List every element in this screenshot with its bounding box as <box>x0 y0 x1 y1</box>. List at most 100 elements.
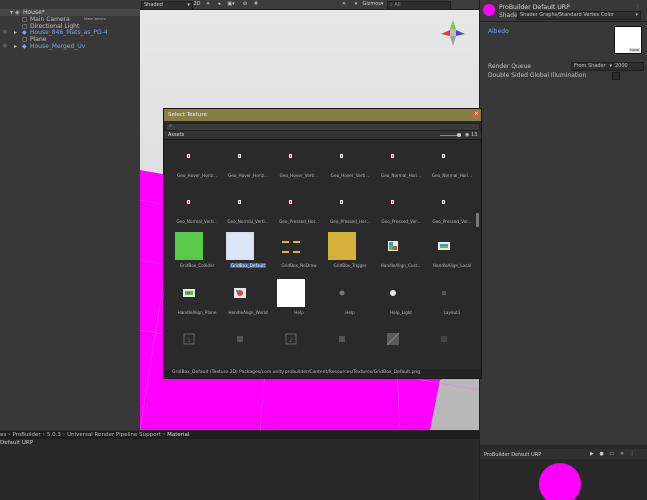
shading-mode-dropdown[interactable]: Shaded ▾ <box>141 1 193 10</box>
texture-item-label: HandleAlign_World <box>221 310 275 315</box>
breadcrumb-item[interactable]: 5.0.3 <box>47 432 61 438</box>
render-queue-input[interactable]: 2000 <box>612 62 644 71</box>
lighting-toggle-icon[interactable]: ☀ <box>204 1 212 8</box>
texture-thumbnail-wrap: 1 <box>175 325 203 353</box>
double-sided-gi-checkbox[interactable] <box>612 72 620 80</box>
texture-thumbnail <box>340 200 343 204</box>
preview-title: ProBuilder Default URP <box>484 452 542 458</box>
texture-item-label: Geo_Normal_Hori... <box>425 173 474 178</box>
texture-thumbnail <box>277 279 305 307</box>
texture-thumbnail <box>175 232 203 260</box>
texture-item-label: Geo_Normal_Hori... <box>374 173 428 178</box>
texture-thumbnail-wrap <box>328 232 356 260</box>
texture-thumbnail <box>388 241 398 251</box>
breadcrumb-item[interactable]: Material <box>167 432 189 438</box>
texture-item-label-text: HandleAlign_Plane <box>177 310 217 315</box>
scene-camera-icon[interactable]: ✕ <box>339 1 349 8</box>
breadcrumb-item[interactable]: Universal Render Pipeline Support <box>67 432 161 438</box>
texture-thumbnail-wrap <box>328 279 356 307</box>
grid-toggle-icon[interactable]: # <box>252 1 260 8</box>
gizmos-dropdown[interactable]: Gizmos▾ <box>362 1 384 8</box>
texture-thumbnail-wrap <box>328 325 356 353</box>
texture-thumbnail <box>391 154 394 158</box>
prefab-icon: ◆ <box>22 43 27 50</box>
texture-thumbnail-wrap <box>226 279 254 307</box>
texture-item-label-text: Geo_Normal_Verti... <box>176 219 218 224</box>
texture-thumbnail: 2 <box>285 333 297 345</box>
texture-thumbnail-wrap <box>379 188 407 216</box>
texture-thumbnail-wrap <box>328 142 356 170</box>
inspector-settings-icon[interactable]: ⋮ <box>635 4 641 11</box>
texture-item-label: Help_Light <box>374 310 428 315</box>
hierarchy-item[interactable]: ◎ ▸ ◆ House_Merged_Uv <box>0 43 140 50</box>
dialog-status-text: GridBox_Default (Texture 2D) Packages/co… <box>172 370 421 375</box>
tab-assets[interactable]: Assets <box>168 132 184 138</box>
expand-arrow-icon[interactable]: ▸ <box>14 43 20 50</box>
shader-dropdown[interactable]: Shader Graphs/Standard Vertex Color ▾ <box>517 11 641 20</box>
texture-item-label: GridBox_Default <box>221 263 275 268</box>
texture-item-label: HandleAlign_Plane <box>170 310 224 315</box>
texture-thumbnail <box>386 332 400 346</box>
texture-thumbnail <box>438 242 450 250</box>
texture-thumbnail-wrap <box>379 142 407 170</box>
texture-thumbnail <box>340 154 343 158</box>
hidden-objects-icon[interactable]: ⊘ <box>240 1 250 8</box>
texture-item-label: Help <box>323 310 377 315</box>
scene-search-input[interactable]: ⌕ All <box>387 1 451 10</box>
mode-2d-button[interactable]: 2D <box>193 1 201 8</box>
dialog-scrollbar[interactable] <box>476 213 479 227</box>
texture-thumbnail <box>339 336 345 342</box>
zoom-slider-handle[interactable] <box>457 133 461 137</box>
texture-item-label-text: Help_Light <box>389 310 413 315</box>
hierarchy-item-label: House_Merged_Uv <box>30 43 86 50</box>
inspector-panel: ProBuilder Default URP ⋮ Shader Shader G… <box>479 0 647 445</box>
texture-thumbnail <box>328 232 356 260</box>
texture-thumbnail <box>187 154 190 158</box>
texture-item-label: Geo_Pressed_Ver... <box>425 219 474 224</box>
texture-item-label: Geo_Pressed_Ver... <box>374 219 428 224</box>
texture-item-label-text: Geo_Pressed_Hor... <box>330 219 370 224</box>
texture-thumbnail <box>390 290 396 296</box>
texture-item-label-text: Geo_Hover_Horiz... <box>177 173 217 178</box>
texture-thumbnail-wrap <box>175 279 203 307</box>
dialog-title-bar[interactable]: Select Texture × <box>164 109 481 121</box>
texture-thumbnail <box>289 200 292 204</box>
texture-thumbnail <box>187 200 190 204</box>
texture-item-label: GridBox_Collider <box>170 263 224 268</box>
albedo-texture-slot[interactable]: none <box>614 26 642 54</box>
texture-item-label-text: Geo_Hover_Verti... <box>330 173 370 178</box>
texture-item-label: Geo_Hover_Verti... <box>272 173 326 178</box>
texture-item-label: Geo_Hover_Horiz... <box>221 173 275 178</box>
breadcrumb-item[interactable]: ProBuilder <box>12 432 40 438</box>
audio-toggle-icon[interactable]: ◂ <box>215 1 223 8</box>
preview-sphere[interactable] <box>538 462 582 500</box>
texture-item-label-text: HandleAlign_Local <box>432 263 472 268</box>
render-queue-mode-dropdown[interactable]: From Shader ▾ <box>571 62 615 71</box>
texture-item-label-text: HandleAlign_World <box>228 310 268 315</box>
shader-value: Shader Graphs/Standard Vertex Color <box>520 12 614 18</box>
texture-item-label-text: Layout1 <box>443 310 461 315</box>
texture-item-label: Geo_Hover_Verti... <box>323 173 377 178</box>
texture-thumbnail-wrap <box>277 142 305 170</box>
close-icon[interactable]: × <box>473 111 480 118</box>
tools-icon[interactable]: ▾ <box>352 1 360 8</box>
texture-item-label: Geo_Pressed_Hor... <box>323 219 377 224</box>
texture-item-label: GridBox_NoDraw <box>272 263 326 268</box>
texture-thumbnail-wrap <box>226 232 254 260</box>
texture-thumbnail <box>442 200 445 204</box>
dialog-search-input[interactable]: ⌕ <box>166 123 480 131</box>
effects-dropdown-icon[interactable]: ▣▾ <box>226 1 236 8</box>
texture-thumbnail <box>237 336 243 342</box>
search-icon: ⌕ <box>390 2 393 8</box>
dialog-status-bar: GridBox_Default (Texture 2D) Packages/co… <box>164 369 481 377</box>
texture-item-label-text: Geo_Pressed_Hor... <box>279 219 319 224</box>
texture-thumbnail-wrap <box>175 232 203 260</box>
eye-icon[interactable]: ◉ <box>465 132 469 138</box>
preview-controls-icon[interactable]: ▶ ● ▭ ☀ ⋮ <box>590 451 637 457</box>
item-count: 13 <box>471 132 478 138</box>
divider <box>480 21 647 22</box>
texture-thumbnail-wrap <box>175 142 203 170</box>
scene-footer-icons[interactable]: ⌕ ◇ ✎ ★ 13 <box>432 423 470 429</box>
texture-item-label: GridBox_Trigger <box>323 263 377 268</box>
visibility-toggle-icon[interactable]: ◎ <box>0 43 10 50</box>
